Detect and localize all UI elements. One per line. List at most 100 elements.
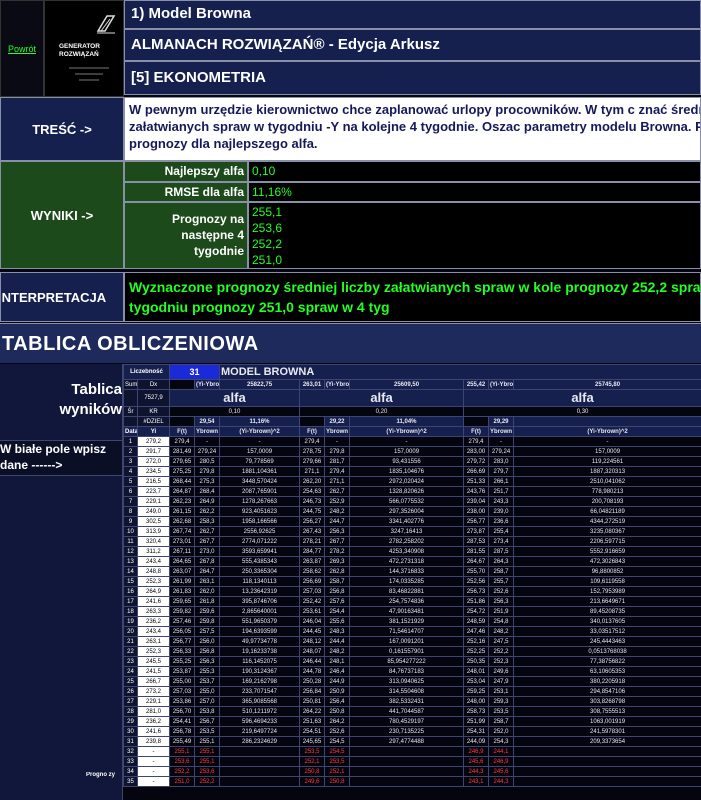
- yi-input-cell[interactable]: 245,5: [137, 656, 170, 667]
- yi-input-cell[interactable]: 264,9: [137, 586, 170, 597]
- yi-input-cell[interactable]: 243,4: [137, 626, 170, 637]
- table-cell: 254,5: [324, 746, 351, 757]
- table-cell: 1063,001919: [513, 716, 701, 727]
- table-cell: 271,1: [299, 466, 326, 477]
- row-index: 25: [123, 676, 138, 687]
- table-cell: 244,45: [299, 626, 326, 637]
- yi-input-cell[interactable]: 252,3: [137, 646, 170, 657]
- yi-input-cell[interactable]: 234,5: [137, 466, 170, 477]
- yi-input-cell[interactable]: 223,7: [137, 486, 170, 497]
- table-cell: 256,0: [193, 636, 221, 647]
- yi-input-cell[interactable]: 263,1: [137, 636, 170, 647]
- yi-input-cell[interactable]: 320,4: [137, 536, 170, 547]
- group3-alfa-label: alfa: [463, 389, 701, 407]
- interpretacja-text: Wyznaczone prognozy średniej liczby zała…: [124, 272, 701, 322]
- forecast-1: 255,1: [252, 205, 283, 219]
- table-cell: 258,73: [463, 706, 490, 717]
- table-row: 22 252,3 256,33 256,8 19,16233738 248,07 248,2…: [123, 646, 701, 657]
- yi-input-cell[interactable]: 229,1: [137, 696, 170, 707]
- yi-input-cell[interactable]: 302,5: [137, 516, 170, 527]
- yi-input-cell[interactable]: 291,7: [137, 446, 170, 457]
- table-cell: 251,99: [463, 716, 490, 727]
- back-button-label[interactable]: Powrót: [8, 44, 36, 54]
- table-cell: 273,01: [169, 536, 195, 547]
- table-cell: 243,76: [463, 486, 490, 497]
- table-row: 12 311,2 267,11 273,0 3593,659941 284,77 278,2…: [123, 546, 701, 557]
- yi-dx: Dx: [137, 379, 170, 390]
- table-cell: 252,25: [463, 646, 490, 657]
- yi-input-cell[interactable]: -: [137, 766, 170, 777]
- table-cell: 254,63: [299, 486, 326, 497]
- table-cell: 255,6: [324, 616, 351, 627]
- table-cell: 219,6497724: [219, 726, 301, 737]
- yi-input-cell[interactable]: 248,8: [137, 566, 170, 577]
- table-cell: -: [324, 436, 351, 447]
- yi-input-cell[interactable]: -: [137, 756, 170, 767]
- table-row: 24 241,5 253,87 255,3 190,3124367 244,78 246,4…: [123, 666, 701, 677]
- table-cell: 119,224561: [513, 456, 701, 467]
- rmse-label: RMSE dla alfa: [124, 182, 248, 202]
- table-cell: 279,72: [463, 456, 490, 467]
- table-cell: 248,3: [324, 626, 351, 637]
- table-cell: 279,24: [193, 446, 221, 457]
- table-cell: -: [219, 436, 301, 447]
- yi-input-cell[interactable]: 279,2: [137, 436, 170, 447]
- table-cell: 261,99: [169, 576, 195, 587]
- yi-input-cell[interactable]: 263,3: [137, 606, 170, 617]
- yi-input-cell[interactable]: 239,8: [137, 736, 170, 747]
- table-cell: -: [488, 436, 515, 447]
- yi-input-cell[interactable]: -: [137, 776, 170, 787]
- table-row: 30 241,6 256,78 253,5 219,6497724 254,51 252,6…: [123, 726, 701, 737]
- table-cell: 262,7: [193, 526, 221, 537]
- table-row: 28 281,0 256,70 253,8 510,1211972 264,22 250,8…: [123, 706, 701, 717]
- yi-input-cell[interactable]: -: [137, 746, 170, 757]
- table-cell: 252,1: [324, 766, 351, 777]
- table-cell: 84,76737183: [349, 666, 465, 677]
- yi-input-cell[interactable]: 272,0: [137, 456, 170, 467]
- table-cell: 244,4: [324, 636, 351, 647]
- table-cell: 244,1: [488, 746, 515, 757]
- row-index: 3: [123, 456, 138, 467]
- table-cell: 278,2: [324, 546, 351, 557]
- table-cell: 258,7: [324, 576, 351, 587]
- table-row: 25 266,7 255,00 253,7 169,2162798 250,28 244,9…: [123, 676, 701, 687]
- table-row: 29 236,2 254,41 256,7 596,4694233 251,63 264,2…: [123, 716, 701, 727]
- yi-input-cell[interactable]: 311,2: [137, 546, 170, 557]
- table-cell: 246,04: [299, 616, 326, 627]
- yi-input-cell[interactable]: 313,9: [137, 526, 170, 537]
- table-cell: 259,82: [169, 606, 195, 617]
- table-cell: 239,0: [488, 506, 515, 517]
- sr-label: Śr: [123, 406, 138, 417]
- back-button[interactable]: Powrót: [0, 0, 44, 97]
- table-cell: 255,1: [193, 736, 221, 747]
- yi-input-cell[interactable]: 241,6: [137, 726, 170, 737]
- yi-input-cell[interactable]: 249,0: [137, 506, 170, 517]
- yi-input-cell[interactable]: 216,5: [137, 476, 170, 487]
- yi-input-cell[interactable]: 273,2: [137, 686, 170, 697]
- yi-input-cell[interactable]: 236,2: [137, 716, 170, 727]
- row-index: 15: [123, 576, 138, 587]
- table-cell: 255,1: [193, 746, 221, 757]
- yi-input-cell[interactable]: 252,3: [137, 576, 170, 587]
- table-cell: 287,5: [488, 546, 515, 557]
- table-cell: 472,2731318: [349, 556, 465, 567]
- table-cell: 287,53: [463, 536, 490, 547]
- yi-input-cell[interactable]: 241,5: [137, 666, 170, 677]
- table-cell: 264,67: [463, 556, 490, 567]
- table-cell: 256,84: [299, 686, 326, 697]
- yi-input-cell[interactable]: 281,0: [137, 706, 170, 717]
- yi-input-cell[interactable]: 236,2: [137, 616, 170, 627]
- yi-input-cell[interactable]: 243,4: [137, 556, 170, 567]
- table-cell: [349, 766, 465, 777]
- table-cell: 395,8746706: [219, 596, 301, 607]
- yi-input-cell[interactable]: 241,6: [137, 596, 170, 607]
- table-cell: 262,0: [193, 586, 221, 597]
- yi-input-cell[interactable]: 266,7: [137, 676, 170, 687]
- table-cell: 253,86: [169, 696, 195, 707]
- table-cell: 254,3: [488, 736, 515, 747]
- input-instruction: W białe pole wpisz dane ------>: [0, 440, 122, 476]
- table-cell: 253,04: [463, 676, 490, 687]
- group1-suma2: 263,01: [299, 379, 326, 390]
- table-cell: [219, 756, 301, 767]
- yi-input-cell[interactable]: 229,1: [137, 496, 170, 507]
